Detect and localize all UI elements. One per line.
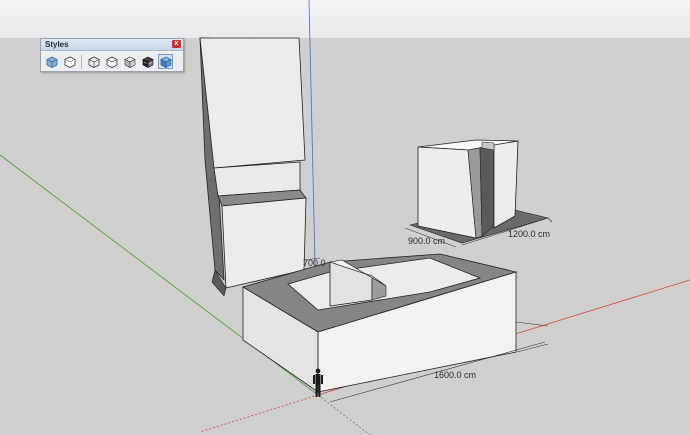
toolbar-separator bbox=[81, 54, 82, 69]
shaded-with-textures-button[interactable] bbox=[140, 54, 155, 69]
shaded-button[interactable] bbox=[122, 54, 137, 69]
dimension-label-height: 700.0 bbox=[303, 258, 325, 268]
styles-toolbar-title: Styles bbox=[45, 40, 69, 49]
dimension-label-depth: 1200.0 cm bbox=[508, 229, 551, 239]
styles-toolbar-title-bar[interactable]: Styles x bbox=[41, 39, 183, 51]
dimension-label-width: 900.0 cm bbox=[408, 236, 446, 246]
monochrome-button[interactable] bbox=[158, 54, 173, 69]
tall-tower[interactable] bbox=[199, 37, 307, 297]
style-buttons bbox=[44, 54, 176, 69]
styles-toolbar[interactable]: Styles x bbox=[40, 38, 184, 72]
shaded-with-textures-icon bbox=[141, 56, 154, 68]
monochrome-icon bbox=[159, 56, 172, 68]
x-ray-button[interactable] bbox=[44, 54, 59, 69]
small-block[interactable] bbox=[408, 139, 550, 244]
close-icon[interactable]: x bbox=[172, 40, 181, 48]
wireframe-button[interactable] bbox=[86, 54, 101, 69]
shaded-icon bbox=[123, 56, 136, 68]
wireframe-icon bbox=[88, 56, 99, 68]
green-axis-dotted bbox=[317, 394, 371, 435]
hidden-line-button[interactable] bbox=[104, 54, 119, 69]
x-ray-icon bbox=[46, 56, 57, 68]
back-edges-button[interactable] bbox=[62, 54, 77, 69]
hidden-line-icon bbox=[106, 56, 117, 68]
dimension-label-length: 1600.0 cm bbox=[434, 370, 477, 380]
back-edges-icon bbox=[64, 56, 75, 68]
red-axis-dotted bbox=[199, 394, 319, 433]
